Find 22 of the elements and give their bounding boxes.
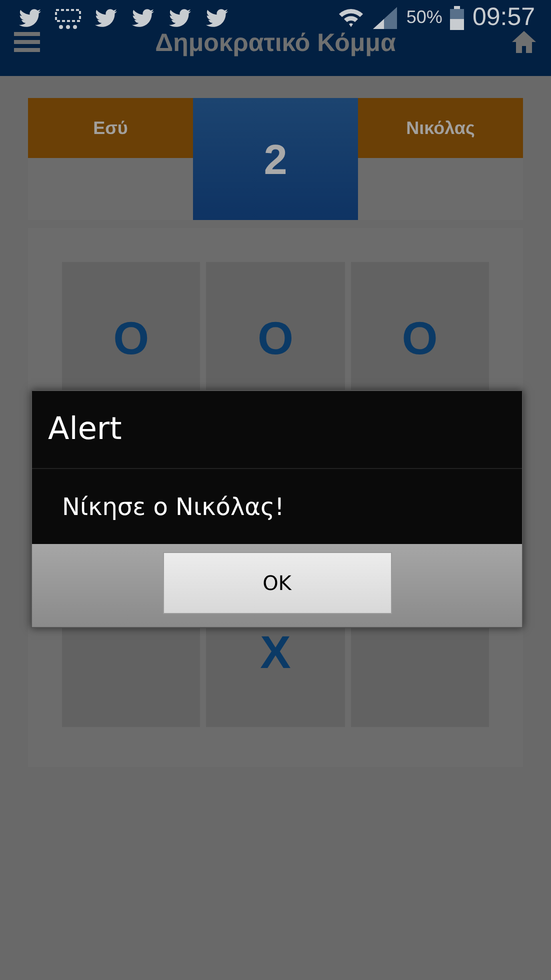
bird-icon [168,6,192,28]
player-label: Εσύ [28,98,193,158]
cell-mark: X [260,628,291,674]
ok-button[interactable]: OK [162,552,392,614]
battery-icon [450,6,464,30]
bird-icon [94,6,118,28]
clock-time: 09:57 [472,5,535,30]
signal-icon [372,6,398,30]
cell-mark: O [113,314,150,360]
bird-icon [205,6,229,28]
cell-mark: O [402,314,438,360]
round-counter: 2 [193,98,358,220]
home-icon[interactable] [510,30,537,54]
bird-icon [18,6,42,28]
cell-mark: O [258,314,294,360]
app-title: Δημοκρατικό Κόμμα [155,31,396,56]
dialog-message: Νίκησε ο Νικόλας! [62,492,284,522]
menu-icon[interactable] [14,30,40,52]
bird-icon [131,6,155,28]
player-label: Νικόλας [358,98,523,158]
battery-percent: 50% [406,6,442,29]
dialog-title: Alert [48,410,122,450]
